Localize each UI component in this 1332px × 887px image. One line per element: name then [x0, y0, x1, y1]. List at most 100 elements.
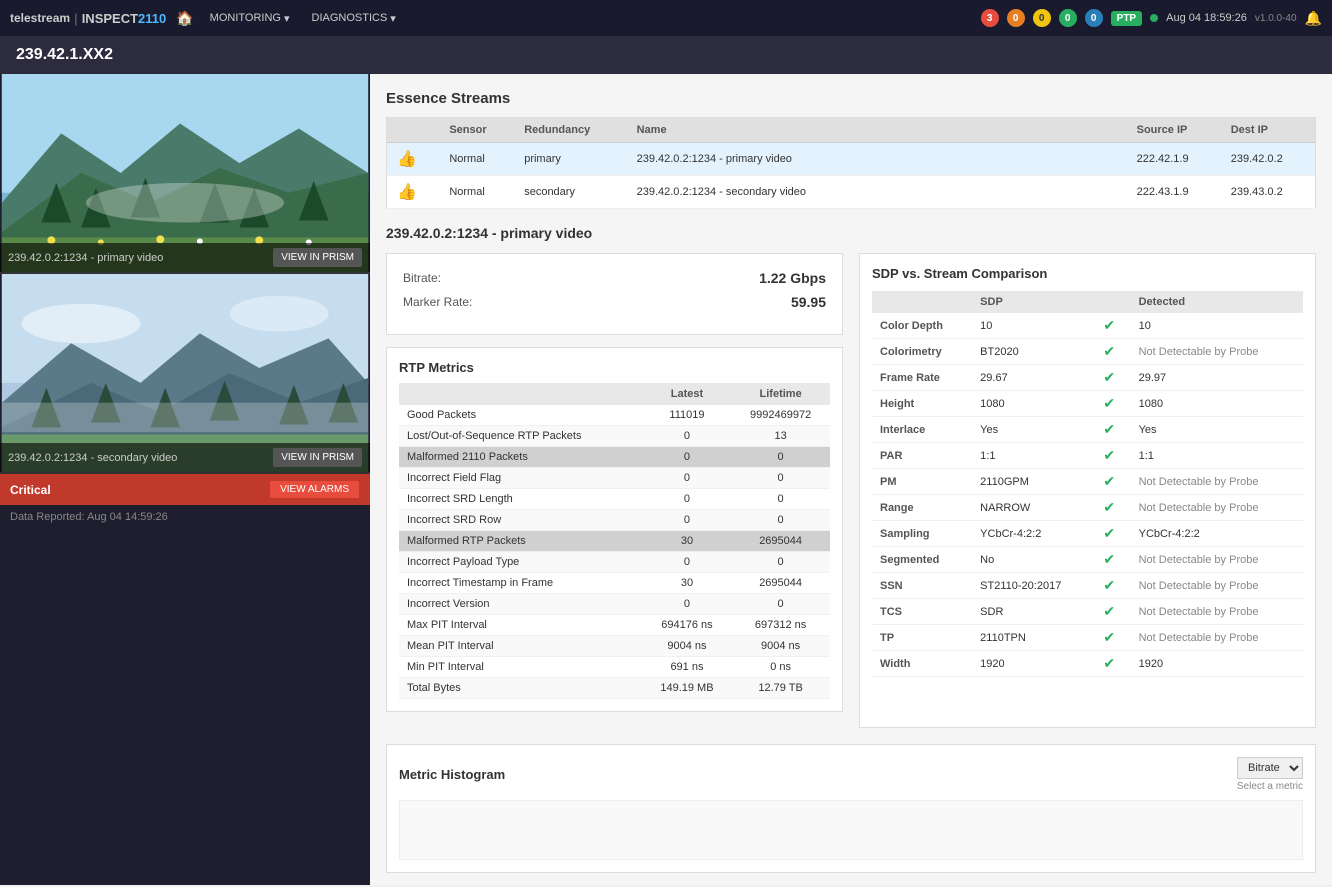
right-panel: Essence Streams Sensor Redundancy Name S… — [370, 74, 1332, 885]
home-icon[interactable]: 🏠 — [176, 10, 193, 27]
rtp-row: Incorrect Timestamp in Frame 30 2695044 — [399, 573, 830, 594]
rtp-row-latest: 0 — [643, 510, 732, 531]
col-source-ip: Source IP — [1127, 118, 1221, 143]
sdp-row-field: TP — [872, 625, 972, 651]
sdp-row: Sampling YCbCr-4:2:2 ✔ YCbCr-4:2:2 — [872, 521, 1303, 547]
sdp-row-field: Segmented — [872, 547, 972, 573]
bitrate-card: Bitrate: 1.22 Gbps Marker Rate: 59.95 — [386, 253, 843, 335]
sdp-row-field: Width — [872, 651, 972, 677]
sdp-row-sdp: 29.67 — [972, 365, 1095, 391]
rtp-row: Incorrect SRD Length 0 0 — [399, 489, 830, 510]
sdp-row-field: SSN — [872, 573, 972, 599]
diagnostics-menu[interactable]: DIAGNOSTICS ▾ — [306, 12, 402, 25]
sdp-row-detected: Not Detectable by Probe — [1131, 495, 1303, 521]
app-name: INSPECT2110 — [82, 11, 167, 26]
sdp-row-match-icon: ✔ — [1095, 599, 1130, 625]
rtp-row-lifetime: 13 — [731, 426, 830, 447]
histogram-chart-area — [399, 800, 1303, 860]
sdp-row-field: Sampling — [872, 521, 972, 547]
timestamp: Aug 04 18:59:26 — [1166, 12, 1247, 24]
rtp-row-label: Total Bytes — [399, 678, 643, 699]
rtp-row-lifetime: 697312 ns — [731, 615, 830, 636]
rtp-row-latest: 691 ns — [643, 657, 732, 678]
row2-name: 239.42.0.2:1234 - secondary video — [627, 176, 1127, 209]
sdp-row-sdp: SDR — [972, 599, 1095, 625]
sdp-row: Range NARROW ✔ Not Detectable by Probe — [872, 495, 1303, 521]
rtp-col-latest: Latest — [643, 383, 732, 405]
sdp-col-detected: Detected — [1131, 291, 1303, 313]
sdp-row-match-icon: ✔ — [1095, 521, 1130, 547]
monitoring-menu[interactable]: MONITORING ▾ — [204, 12, 296, 25]
row1-sensor: Normal — [439, 143, 514, 176]
sdp-row: Height 1080 ✔ 1080 — [872, 391, 1303, 417]
essence-row-secondary[interactable]: 👍 Normal secondary 239.42.0.2:1234 - sec… — [387, 176, 1316, 209]
sdp-row-field: PAR — [872, 443, 972, 469]
rtp-row-latest: 0 — [643, 552, 732, 573]
sdp-row-detected: Not Detectable by Probe — [1131, 469, 1303, 495]
view-in-prism-secondary-button[interactable]: VIEW IN PRISM — [273, 448, 362, 467]
rtp-row-latest: 9004 ns — [643, 636, 732, 657]
rtp-row-lifetime: 0 — [731, 552, 830, 573]
col-name-header: Redundancy — [514, 118, 626, 143]
rtp-row: Min PIT Interval 691 ns 0 ns — [399, 657, 830, 678]
sdp-row-sdp: ST2110-20:2017 — [972, 573, 1095, 599]
sdp-row-match-icon: ✔ — [1095, 547, 1130, 573]
row2-source-ip: 222.43.1.9 — [1127, 176, 1221, 209]
video-thumb-primary-overlay: 239.42.0.2:1234 - primary video VIEW IN … — [0, 243, 370, 272]
sdp-row-sdp: NARROW — [972, 495, 1095, 521]
sdp-row-detected: Not Detectable by Probe — [1131, 339, 1303, 365]
essence-row-primary[interactable]: 👍 Normal primary 239.42.0.2:1234 - prima… — [387, 143, 1316, 176]
logo-divider: | — [74, 11, 78, 26]
top-navigation: telestream | INSPECT2110 🏠 MONITORING ▾ … — [0, 0, 1332, 36]
bell-icon[interactable]: 🔔 — [1305, 10, 1322, 27]
detail-two-col: Bitrate: 1.22 Gbps Marker Rate: 59.95 RT… — [386, 253, 1316, 728]
sdp-row-sdp: BT2020 — [972, 339, 1095, 365]
sdp-row: Frame Rate 29.67 ✔ 29.97 — [872, 365, 1303, 391]
rtp-row-label: Incorrect Version — [399, 594, 643, 615]
sdp-row-field: Color Depth — [872, 313, 972, 339]
rtp-row: Incorrect Field Flag 0 0 — [399, 468, 830, 489]
data-reported: Data Reported: Aug 04 14:59:26 — [0, 505, 370, 529]
sdp-row: Width 1920 ✔ 1920 — [872, 651, 1303, 677]
sdp-row-detected: Not Detectable by Probe — [1131, 625, 1303, 651]
video-thumb-secondary-overlay: 239.42.0.2:1234 - secondary video VIEW I… — [0, 443, 370, 472]
rtp-row-lifetime: 2695044 — [731, 531, 830, 552]
critical-label: Critical — [10, 483, 51, 497]
app-name-prefix: INSPECT — [82, 11, 138, 26]
sdp-row-detected: 1920 — [1131, 651, 1303, 677]
rtp-row-label: Lost/Out-of-Sequence RTP Packets — [399, 426, 643, 447]
sdp-row-match-icon: ✔ — [1095, 495, 1130, 521]
rtp-row-label: Incorrect Payload Type — [399, 552, 643, 573]
rtp-row-latest: 0 — [643, 468, 732, 489]
rtp-metrics-section: RTP Metrics Latest Lifetime Good Packets… — [386, 347, 843, 712]
rtp-row-label: Malformed RTP Packets — [399, 531, 643, 552]
sdp-row-match-icon: ✔ — [1095, 651, 1130, 677]
sdp-row-detected: 29.97 — [1131, 365, 1303, 391]
col-sensor — [387, 118, 440, 143]
sdp-row-field: Height — [872, 391, 972, 417]
sdp-row: TP 2110TPN ✔ Not Detectable by Probe — [872, 625, 1303, 651]
rtp-row-lifetime: 0 — [731, 468, 830, 489]
sdp-row-sdp: No — [972, 547, 1095, 573]
sdp-row-detected: Not Detectable by Probe — [1131, 547, 1303, 573]
rtp-row-lifetime: 12.79 TB — [731, 678, 830, 699]
rtp-row-latest: 0 — [643, 447, 732, 468]
sdp-row-detected: Yes — [1131, 417, 1303, 443]
rtp-row-lifetime: 0 — [731, 447, 830, 468]
histogram-metric-select[interactable]: Bitrate — [1237, 757, 1303, 779]
rtp-row: Lost/Out-of-Sequence RTP Packets 0 13 — [399, 426, 830, 447]
rtp-row: Good Packets 111019 9992469972 — [399, 405, 830, 426]
sdp-row-match-icon: ✔ — [1095, 573, 1130, 599]
app-name-suffix: 2110 — [138, 11, 166, 26]
view-in-prism-primary-button[interactable]: VIEW IN PRISM — [273, 248, 362, 267]
sdp-row-match-icon: ✔ — [1095, 313, 1130, 339]
histogram-title: Metric Histogram — [399, 767, 505, 782]
sdp-row-match-icon: ✔ — [1095, 625, 1130, 651]
rtp-row-latest: 0 — [643, 426, 732, 447]
view-alarms-button[interactable]: VIEW ALARMS — [269, 480, 360, 499]
row2-redundancy: secondary — [514, 176, 626, 209]
rtp-col-metric — [399, 383, 643, 405]
sdp-row: PM 2110GPM ✔ Not Detectable by Probe — [872, 469, 1303, 495]
rtp-row-lifetime: 2695044 — [731, 573, 830, 594]
sdp-row-detected: Not Detectable by Probe — [1131, 599, 1303, 625]
